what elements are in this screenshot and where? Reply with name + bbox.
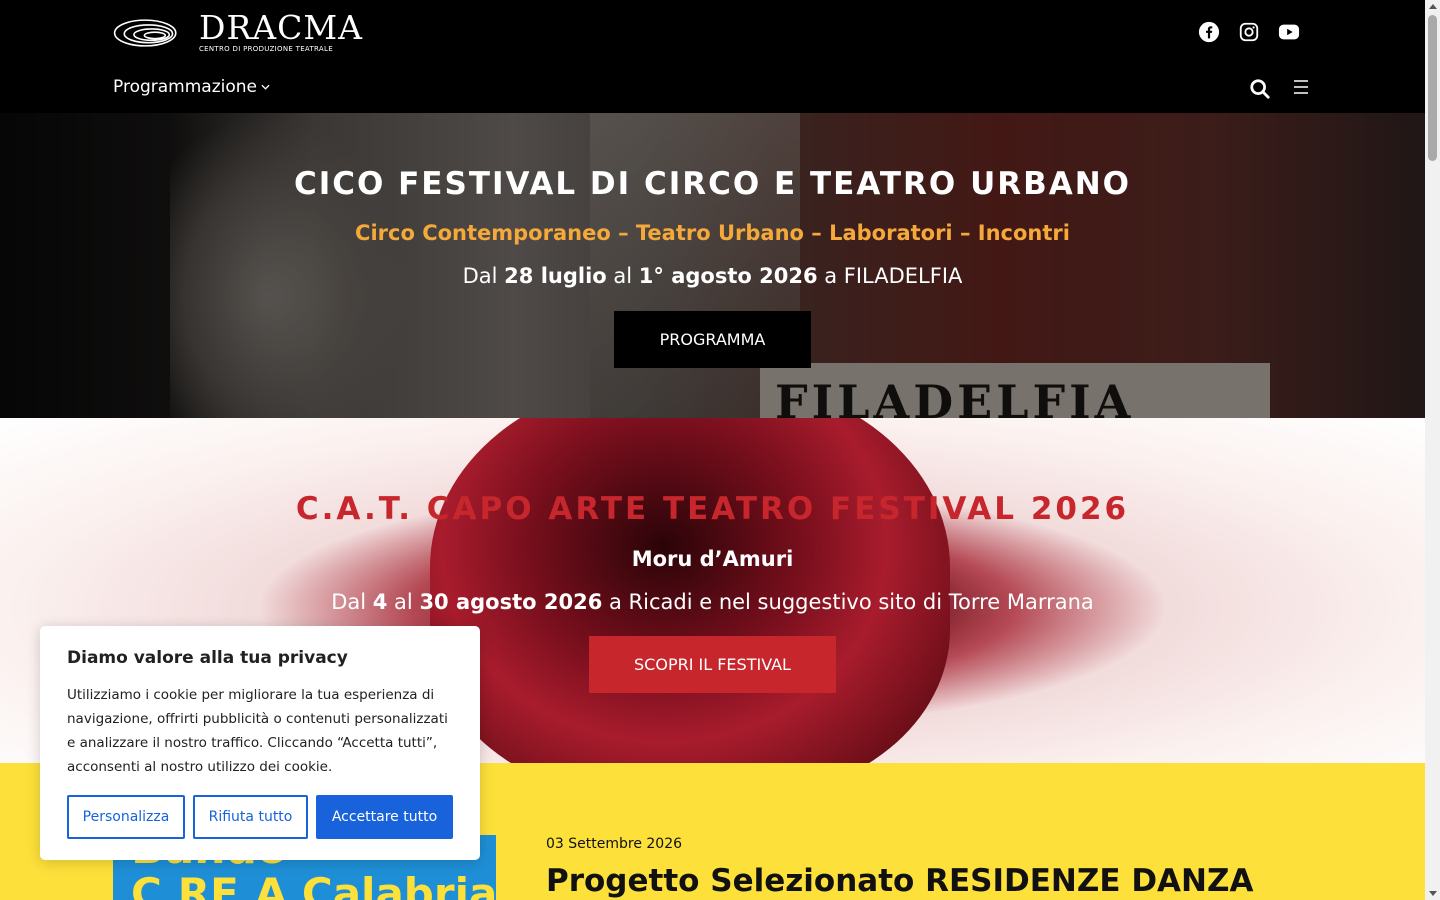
hamburger-menu-icon[interactable] xyxy=(1293,79,1309,95)
cat-festival-title: C.A.T. CAPO ARTE TEATRO FESTIVAL 2026 xyxy=(295,491,1130,527)
cookie-buttons: Personalizza Rifiuta tutto Accettare tut… xyxy=(67,795,453,839)
cico-festival-subtitle: Circo Contemporaneo – Teatro Urbano – La… xyxy=(355,221,1070,245)
news-headline[interactable]: Progetto Selezionato RESIDENZE DANZA xyxy=(546,863,1253,899)
dracma-logo[interactable]: DRACMA CENTRO DI PRODUZIONE TEATRALE xyxy=(113,8,363,54)
customize-button[interactable]: Personalizza xyxy=(67,795,185,839)
instagram-icon[interactable] xyxy=(1238,21,1260,43)
site-header: DRACMA CENTRO DI PRODUZIONE TEATRALE Pro… xyxy=(0,0,1425,113)
cookie-text: Utilizziamo i cookie per migliorare la t… xyxy=(67,687,448,775)
thumbnail-text-line2: C.RE.A Calabria xyxy=(131,869,496,900)
accept-all-button[interactable]: Accettare tutto xyxy=(316,795,453,839)
reject-all-button[interactable]: Rifiuta tutto xyxy=(193,795,308,839)
cookie-consent-dialog: Diamo valore alla tua privacy Utilizziam… xyxy=(40,626,480,860)
logo-swirl-icon xyxy=(113,19,177,47)
page-scrollbar[interactable] xyxy=(1425,0,1440,900)
cico-festival-title: CICO FESTIVAL DI CIRCO E TEATRO URBANO xyxy=(293,166,1132,202)
scopri-festival-button[interactable]: SCOPRI IL FESTIVAL xyxy=(589,636,836,693)
nav-programmazione[interactable]: Programmazione xyxy=(113,77,270,97)
scroll-down-arrow-icon[interactable] xyxy=(1429,891,1437,896)
search-icon[interactable] xyxy=(1249,78,1273,102)
cico-festival-banner: FILADELFIA CICO FESTIVAL DI CIRCO E TEAT… xyxy=(0,113,1425,418)
scroll-up-arrow-icon[interactable] xyxy=(1429,4,1437,9)
chevron-down-icon xyxy=(261,82,270,93)
scrollbar-thumb[interactable] xyxy=(1428,15,1437,161)
nav-programmazione-label: Programmazione xyxy=(113,77,257,97)
social-links xyxy=(1198,21,1300,43)
youtube-icon[interactable] xyxy=(1278,21,1300,43)
facebook-icon[interactable] xyxy=(1198,21,1220,43)
cookie-title: Diamo valore alla tua privacy xyxy=(67,648,348,668)
programma-button[interactable]: PROGRAMMA xyxy=(614,311,811,368)
cico-festival-dates: Dal 28 luglio al 1° agosto 2026 a FILADE… xyxy=(462,264,963,288)
logo-name: DRACMA xyxy=(198,8,363,47)
cat-festival-subtitle: Moru d’Amuri xyxy=(631,547,794,571)
news-date: 03 Settembre 2026 xyxy=(546,836,683,852)
logo-subtitle: CENTRO DI PRODUZIONE TEATRALE xyxy=(198,45,333,53)
cat-festival-dates: Dal 4 al 30 agosto 2026 a Ricadi e nel s… xyxy=(331,590,1094,614)
